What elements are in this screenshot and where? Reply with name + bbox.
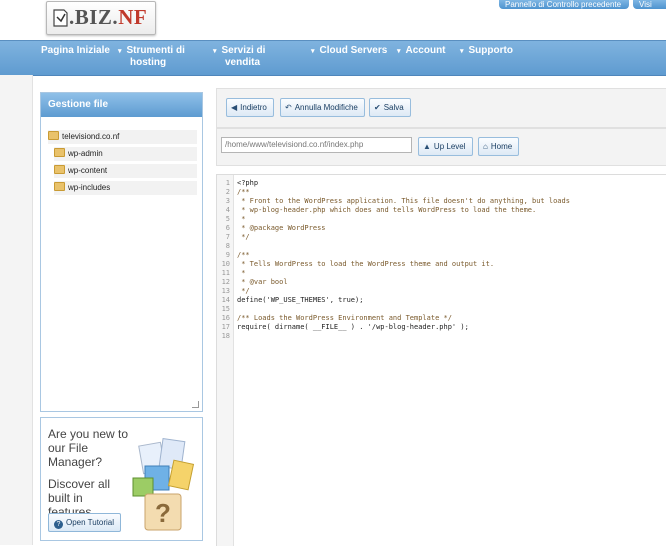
line-number: 15 <box>221 305 230 313</box>
promo-question: Are you new to our File Manager? <box>48 427 129 469</box>
line-number: 4 <box>225 206 230 214</box>
code-line: <?php <box>237 179 259 187</box>
file-panel-title: Gestione file <box>41 93 202 117</box>
code-line: */ <box>237 233 250 241</box>
code-line: * <box>237 215 246 223</box>
code-editor[interactable]: 1 2 3 4 5 6 7 8 9 10 11 12 13 14 15 16 17 18 <?php/** * F… <box>216 174 666 546</box>
svg-text:?: ? <box>155 498 171 528</box>
code-line: /** Loads the WordPress Environment and … <box>237 314 452 322</box>
chevron-down-icon: ▾ <box>397 48 401 55</box>
folder-icon <box>54 148 65 157</box>
code-line: /** <box>237 188 250 196</box>
back-button[interactable]: ◀ Indietro <box>226 98 274 117</box>
code-line: * wp-blog-header.php which does and tell… <box>237 206 537 214</box>
line-number: 16 <box>221 314 230 322</box>
left-strip <box>0 75 33 545</box>
undo-changes-button[interactable]: ↶ Annulla Modifiche <box>280 98 365 117</box>
home-icon: ⌂ <box>483 142 488 151</box>
path-input[interactable] <box>221 137 412 153</box>
folder-icon <box>48 131 59 140</box>
code-line: * Front to the WordPress application. Th… <box>237 197 570 205</box>
resize-handle[interactable] <box>192 401 199 408</box>
tutorial-promo: Are you new to our File Manager? Discove… <box>40 417 203 541</box>
nav-item-hosting-tools[interactable]: ▾ Strumenti di hosting <box>118 45 185 68</box>
code-line: require( dirname( __FILE__ ) . '/wp-blog… <box>237 323 469 331</box>
tree-folder-wp-admin[interactable]: wp-admin <box>54 147 197 161</box>
chevron-down-icon: ▾ <box>311 48 315 55</box>
code-line: * Tells WordPress to load the WordPress … <box>237 260 495 268</box>
code-line: * @package WordPress <box>237 224 326 232</box>
line-number: 14 <box>221 296 230 304</box>
code-line: */ <box>237 287 250 295</box>
folder-icon <box>54 165 65 174</box>
code-line: * @var bool <box>237 278 288 286</box>
logo-mark-icon <box>53 9 68 27</box>
line-number: 9 <box>225 251 230 259</box>
line-number: 18 <box>221 332 230 340</box>
tree-folder-wp-content[interactable]: wp-content <box>54 164 197 178</box>
line-number: 5 <box>225 215 230 223</box>
site-logo[interactable]: .BIZ.NF <box>46 1 156 35</box>
line-number: 12 <box>221 278 230 286</box>
file-manager-illustration-icon: ? <box>132 438 195 531</box>
previous-control-panel-link[interactable]: Pannello di Controllo precedente <box>499 0 629 9</box>
line-number: 13 <box>221 287 230 295</box>
arrow-up-icon: ▲ <box>423 142 431 151</box>
line-number: 6 <box>225 224 230 232</box>
save-button[interactable]: ✔ Salva <box>369 98 411 117</box>
code-line: define('WP_USE_THEMES', true); <box>237 296 364 304</box>
tree-folder-wp-includes[interactable]: wp-includes <box>54 181 197 195</box>
code-line: * <box>237 269 246 277</box>
line-number: 2 <box>225 188 230 196</box>
line-number: 1 <box>225 179 230 187</box>
chevron-down-icon: ▾ <box>460 48 464 55</box>
code-line: /** <box>237 251 250 259</box>
main-nav: Pagina Iniziale ▾ Strumenti di hosting ▾ S… <box>0 40 666 76</box>
nav-item-account[interactable]: ▾ Account <box>397 45 446 57</box>
up-level-button[interactable]: ▲ Up Level <box>418 137 473 156</box>
nav-item-reseller-services[interactable]: ▾ Servizi di vendita <box>213 45 265 68</box>
chevron-down-icon: ▾ <box>213 48 217 55</box>
home-button[interactable]: ⌂ Home <box>478 137 520 156</box>
line-number: 7 <box>225 233 230 241</box>
visit-link[interactable]: Visi <box>633 0 666 9</box>
nav-item-support[interactable]: ▾ Supporto <box>460 45 513 57</box>
line-number: 10 <box>221 260 230 268</box>
line-number: 11 <box>221 269 230 277</box>
line-number: 8 <box>225 242 230 250</box>
line-number: 17 <box>221 323 230 331</box>
line-number: 3 <box>225 197 230 205</box>
tree-root[interactable]: televisiond.co.nf <box>48 130 197 144</box>
arrow-left-icon: ◀ <box>231 103 238 112</box>
line-number-gutter: 1 2 3 4 5 6 7 8 9 10 11 12 13 14 15 16 17 18 <box>217 175 234 546</box>
check-circle-icon: ✔ <box>374 103 381 112</box>
logo-text: .BIZ.NF <box>69 5 148 29</box>
nav-item-home[interactable]: Pagina Iniziale <box>41 45 110 56</box>
chevron-down-icon: ▾ <box>118 48 122 55</box>
open-tutorial-button[interactable]: ? Open Tutorial <box>48 513 122 532</box>
file-manager-panel: Gestione file televisiond.co.nf wp-admin… <box>40 92 203 412</box>
nav-item-cloud-servers[interactable]: ▾ Cloud Servers <box>311 45 387 57</box>
help-icon: ? <box>54 520 63 529</box>
undo-icon: ↶ <box>285 103 292 112</box>
folder-icon <box>54 182 65 191</box>
